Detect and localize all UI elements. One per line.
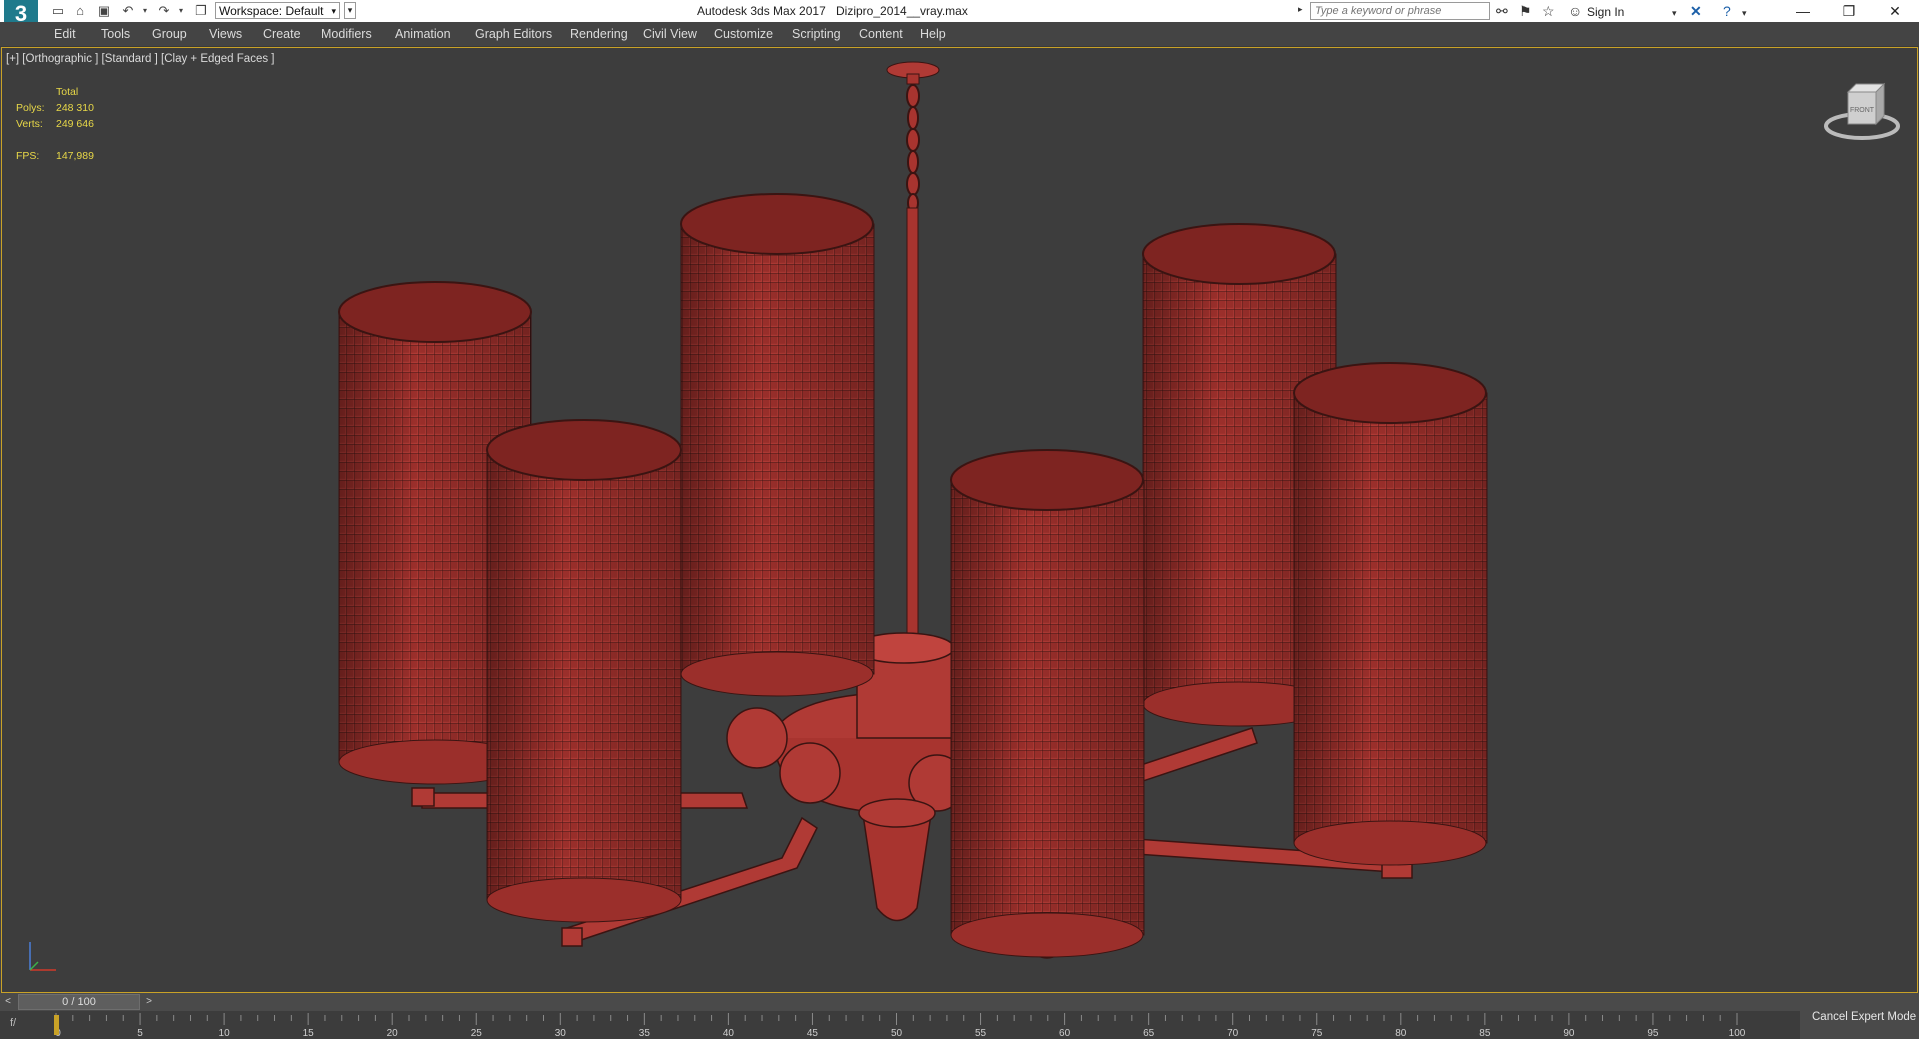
project-icon[interactable]: ❐: [193, 3, 209, 19]
viewcube-face-label: FRONT: [1850, 107, 1875, 114]
undo-icon[interactable]: ↶: [120, 3, 136, 19]
track-tick-label: 95: [1647, 1028, 1659, 1039]
center-rod: [906, 207, 919, 699]
prev-frame-icon[interactable]: <: [1, 994, 15, 1010]
help-dropdown-icon[interactable]: ▾: [1742, 5, 1747, 21]
lamp-shade-front-right: [1293, 362, 1488, 866]
track-tick-label: 15: [303, 1028, 315, 1039]
search-expand-icon[interactable]: ▸: [1298, 4, 1303, 15]
menu-help[interactable]: Help: [920, 27, 946, 41]
menu-modifiers[interactable]: Modifiers: [321, 27, 372, 41]
sign-in-dropdown-icon[interactable]: ▾: [1672, 5, 1677, 21]
viewcube-icon[interactable]: FRONT: [1822, 78, 1902, 148]
menu-create[interactable]: Create: [263, 27, 301, 41]
perspective-viewport[interactable]: [+] [Orthographic ] [Standard ] [Clay + …: [1, 47, 1918, 993]
menu-civil-view[interactable]: Civil View: [643, 27, 697, 41]
chevron-down-icon: ▾: [331, 6, 336, 16]
track-tick-label: 100: [1729, 1028, 1746, 1039]
current-frame-marker[interactable]: [54, 1015, 59, 1035]
track-tick-label: 20: [387, 1028, 399, 1039]
redo-icon[interactable]: ↷: [156, 3, 172, 19]
track-tick-label: 50: [891, 1028, 903, 1039]
menu-animation[interactable]: Animation: [395, 27, 451, 41]
track-tick-label: 25: [471, 1028, 483, 1039]
track-tick-label: 55: [975, 1028, 987, 1039]
search-subscription-icon[interactable]: ⚑: [1519, 3, 1532, 19]
menu-content[interactable]: Content: [859, 27, 903, 41]
menu-rendering[interactable]: Rendering: [570, 27, 628, 41]
lamp-shade-front-center: [950, 449, 1145, 958]
menu-customize[interactable]: Customize: [714, 27, 773, 41]
workspace-label: Workspace: Default: [219, 4, 324, 18]
track-tick-label: 65: [1143, 1028, 1155, 1039]
lamp-shade-front-left: [486, 419, 682, 923]
file-title: Dizipro_2014__vray.max: [836, 4, 968, 18]
undo-dropdown-icon[interactable]: ▾: [137, 3, 153, 19]
chain: [906, 84, 920, 213]
window-close-icon[interactable]: ✕: [1872, 0, 1918, 22]
menu-scripting[interactable]: Scripting: [792, 27, 841, 41]
track-tick-label: 5: [137, 1028, 143, 1039]
track-tick-label: 75: [1311, 1028, 1323, 1039]
track-tick-label: 90: [1563, 1028, 1575, 1039]
help-icon[interactable]: ?: [1723, 3, 1731, 19]
maximize-icon[interactable]: ❐: [1826, 0, 1872, 22]
user-icon[interactable]: ☺: [1568, 3, 1582, 19]
next-frame-icon[interactable]: >: [142, 994, 156, 1010]
menu-tools[interactable]: Tools: [101, 27, 130, 41]
search-input[interactable]: [1310, 2, 1490, 20]
new-file-icon[interactable]: ▭: [50, 3, 66, 19]
track-tick-label: 80: [1395, 1028, 1407, 1039]
save-icon[interactable]: ▣: [96, 3, 112, 19]
title-bar: 3 ▭ ⌂ ▣ ↶ ▾ ↷ ▾ ❐ Workspace: Default ▾ ▾…: [0, 0, 1919, 30]
menu-group[interactable]: Group: [152, 27, 187, 41]
star-icon[interactable]: ☆: [1542, 3, 1555, 19]
track-tick-label: 85: [1479, 1028, 1491, 1039]
track-tick-label: 70: [1227, 1028, 1239, 1039]
track-tick-label: 10: [219, 1028, 231, 1039]
menu-bar: Edit Tools Group Views Create Modifiers …: [0, 22, 1919, 47]
track-tick-label: 30: [555, 1028, 567, 1039]
minimize-icon[interactable]: —: [1780, 0, 1826, 22]
axis-tripod-icon: [29, 942, 56, 971]
lamp-shade-back-center: [680, 193, 875, 697]
redo-dropdown-icon[interactable]: ▾: [173, 3, 189, 19]
time-slider[interactable]: < 0 / 100 >: [0, 993, 1919, 1011]
menu-edit[interactable]: Edit: [54, 27, 76, 41]
menu-graph-editors[interactable]: Graph Editors: [475, 27, 552, 41]
close-x-icon[interactable]: ✕: [1690, 3, 1702, 19]
app-title: Autodesk 3ds Max 2017: [697, 4, 826, 18]
quick-access-menu-icon[interactable]: ▾: [344, 2, 356, 19]
track-ruler[interactable]: 0510152025303540455055606570758085909510…: [0, 1011, 1800, 1039]
track-tick-label: 35: [639, 1028, 651, 1039]
track-bar[interactable]: f/ 0510152025303540455055606570758085909…: [0, 1011, 1919, 1039]
open-file-icon[interactable]: ⌂: [72, 3, 88, 19]
sign-in-button[interactable]: Sign In: [1587, 5, 1624, 19]
binoculars-icon[interactable]: ⚯: [1496, 3, 1508, 19]
track-tick-label: 60: [1059, 1028, 1071, 1039]
ceiling-cap: [886, 61, 940, 85]
menu-views[interactable]: Views: [209, 27, 242, 41]
cancel-expert-mode-button[interactable]: Cancel Expert Mode: [1812, 1011, 1916, 1023]
track-tick-label: 40: [723, 1028, 735, 1039]
workspace-dropdown[interactable]: Workspace: Default ▾: [215, 2, 340, 19]
time-slider-thumb[interactable]: 0 / 100: [18, 994, 140, 1010]
track-tick-label: 45: [807, 1028, 819, 1039]
chandelier-model[interactable]: [2, 48, 1917, 992]
track-ticks: 0510152025303540455055606570758085909510…: [55, 1013, 1746, 1039]
